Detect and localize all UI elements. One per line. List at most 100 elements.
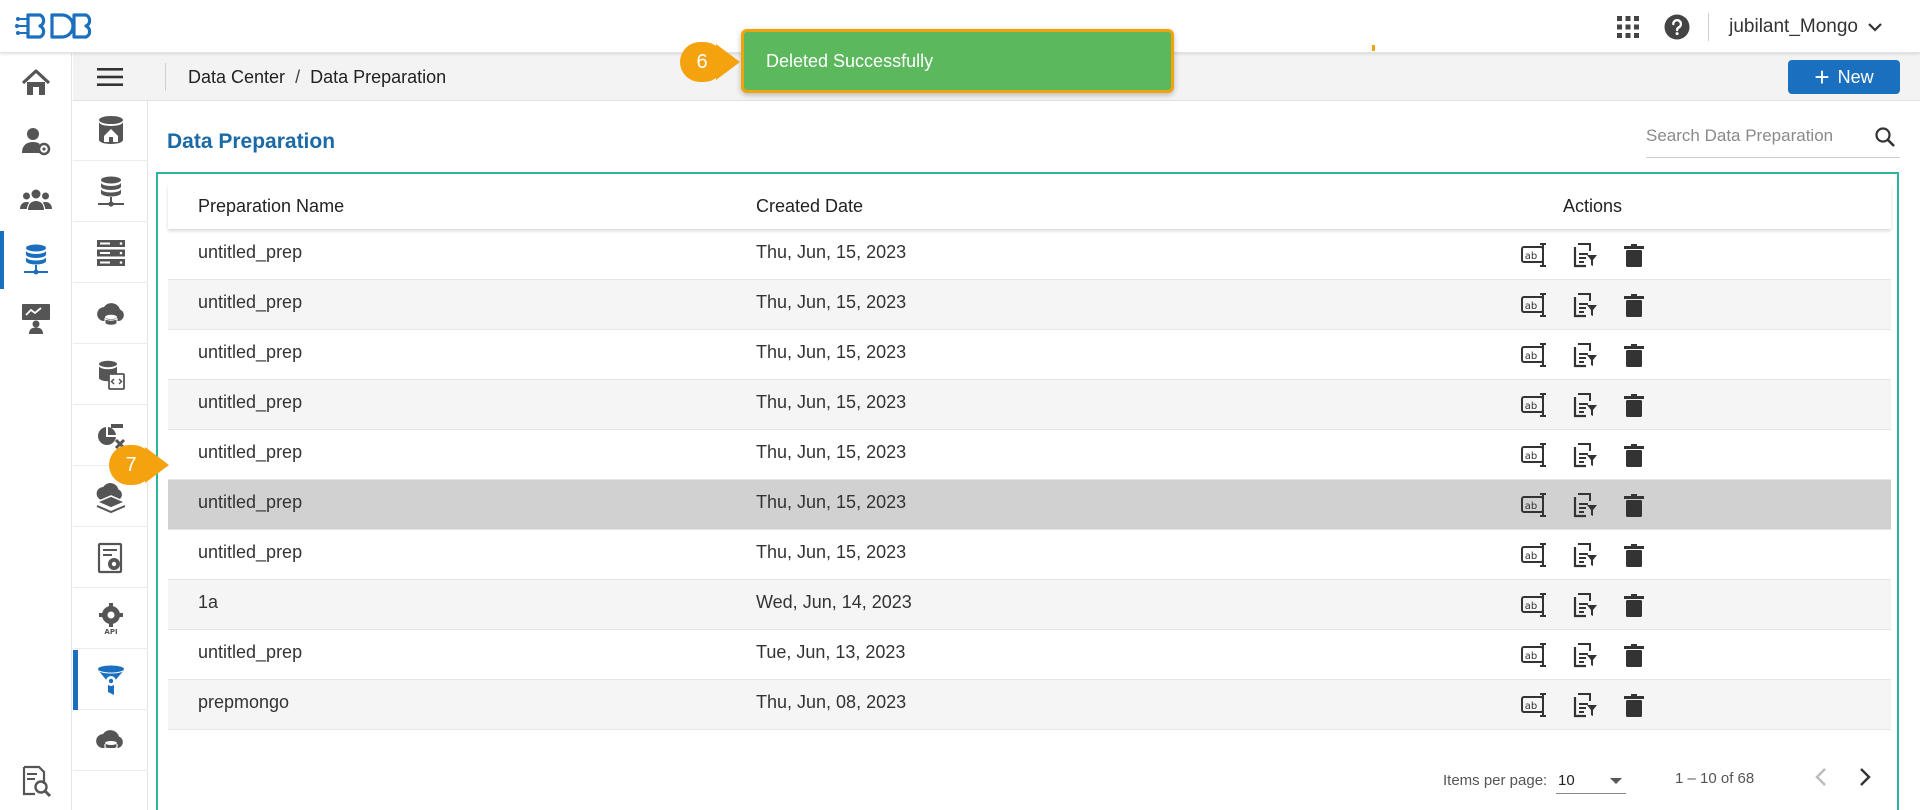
data-sets-icon	[96, 302, 124, 326]
rail-item-user-settings[interactable]	[0, 113, 72, 169]
search-icon[interactable]	[1874, 126, 1896, 148]
table-row[interactable]: untitled_prep Thu, Jun, 15, 2023 ab	[168, 530, 1891, 580]
rename-icon[interactable]: ab	[1520, 591, 1548, 619]
rail-item-data-center[interactable]	[0, 231, 72, 289]
table-row[interactable]: prepmongo Thu, Jun, 08, 2023 ab	[168, 680, 1891, 730]
delete-icon[interactable]	[1620, 241, 1648, 269]
delete-icon[interactable]	[1620, 691, 1648, 719]
edit-preparation-icon[interactable]	[1570, 541, 1598, 569]
sub-item-data-cloud[interactable]	[73, 711, 148, 771]
search-input[interactable]	[1646, 118, 1856, 154]
sub-item-data-preparation[interactable]	[73, 650, 148, 710]
created-date-cell: Thu, Jun, 15, 2023	[756, 292, 907, 312]
data-preparation-icon	[97, 665, 124, 695]
delete-icon[interactable]	[1620, 341, 1648, 369]
edit-preparation-icon[interactable]	[1570, 591, 1598, 619]
preparation-name-cell[interactable]: prepmongo	[198, 680, 289, 730]
table-row[interactable]: untitled_prep Thu, Jun, 15, 2023 ab	[168, 280, 1891, 330]
svg-text:ab: ab	[1525, 301, 1537, 312]
preparation-name-cell[interactable]: untitled_prep	[198, 230, 302, 280]
data-as-api-icon	[98, 360, 125, 390]
previous-page-icon[interactable]	[1806, 762, 1836, 792]
delete-icon[interactable]	[1620, 541, 1648, 569]
rename-icon[interactable]: ab	[1520, 391, 1548, 419]
sub-item-data-as-api[interactable]	[73, 345, 148, 405]
preparation-table-panel: Preparation Name Created Date Actions un…	[156, 172, 1899, 810]
row-actions: ab	[1520, 330, 1648, 380]
svg-text:ab: ab	[1525, 451, 1537, 462]
preparation-name-cell[interactable]: untitled_prep	[198, 430, 302, 480]
delete-icon[interactable]	[1620, 641, 1648, 669]
sub-item-api[interactable]: API	[73, 589, 148, 649]
hamburger-menu-icon[interactable]	[97, 66, 123, 88]
rail-item-users[interactable]	[0, 172, 72, 228]
chevron-down-icon[interactable]	[1866, 18, 1884, 36]
rail-item-home[interactable]	[0, 55, 72, 111]
edit-preparation-icon[interactable]	[1570, 391, 1598, 419]
delete-icon[interactable]	[1620, 591, 1648, 619]
items-per-page-value: 10	[1558, 772, 1575, 789]
preparation-name-cell[interactable]: untitled_prep	[198, 280, 302, 330]
sub-item-server-list[interactable]	[73, 223, 148, 283]
table-row[interactable]: untitled_prep Thu, Jun, 15, 2023 ab	[168, 330, 1891, 380]
table-row[interactable]: untitled_prep Thu, Jun, 15, 2023 ab	[168, 230, 1891, 280]
data-store-home-icon	[98, 115, 123, 144]
preparation-name-cell[interactable]: untitled_prep	[198, 330, 302, 380]
preparation-name-cell[interactable]: 1a	[198, 580, 218, 630]
search-box	[1646, 118, 1900, 158]
rail-item-presentation[interactable]	[0, 290, 72, 346]
edit-preparation-icon[interactable]	[1570, 491, 1598, 519]
sub-item-data-connector[interactable]	[73, 162, 148, 222]
next-page-icon[interactable]	[1850, 762, 1880, 792]
delete-icon[interactable]	[1620, 291, 1648, 319]
rename-icon[interactable]: ab	[1520, 291, 1548, 319]
table-row[interactable]: untitled_prep Thu, Jun, 15, 2023 ab	[168, 380, 1891, 430]
rename-icon[interactable]: ab	[1520, 241, 1548, 269]
delete-icon[interactable]	[1620, 491, 1648, 519]
sub-item-data-sets[interactable]	[73, 284, 148, 344]
new-button[interactable]: + New	[1788, 60, 1900, 94]
rail-item-document-search[interactable]	[0, 753, 72, 809]
table-row[interactable]: untitled_prep Tue, Jun, 13, 2023 ab	[168, 630, 1891, 680]
bdb-logo-icon[interactable]	[14, 10, 100, 42]
table-row[interactable]: 1a Wed, Jun, 14, 2023 ab	[168, 580, 1891, 630]
rename-icon[interactable]: ab	[1520, 441, 1548, 469]
breadcrumb-data-center[interactable]: Data Center	[188, 67, 285, 88]
delete-icon[interactable]	[1620, 391, 1648, 419]
delete-icon[interactable]	[1620, 441, 1648, 469]
table-row[interactable]: untitled_prep Thu, Jun, 15, 2023 ab	[168, 480, 1891, 530]
settings-report-icon	[97, 542, 122, 573]
svg-text:ab: ab	[1525, 251, 1537, 262]
top-divider	[1708, 12, 1710, 41]
preparation-name-cell[interactable]: untitled_prep	[198, 530, 302, 580]
preparation-name-cell[interactable]: untitled_prep	[198, 480, 302, 530]
table-row[interactable]: untitled_prep Thu, Jun, 15, 2023 ab	[168, 430, 1891, 480]
paginator: Items per page: 10 1 – 10 of 68	[168, 754, 1891, 804]
edit-preparation-icon[interactable]	[1570, 641, 1598, 669]
preparation-name-cell[interactable]: untitled_prep	[198, 630, 302, 680]
presentation-user-icon	[22, 304, 50, 334]
header-preparation-name: Preparation Name	[198, 196, 345, 216]
rename-icon[interactable]: ab	[1520, 491, 1548, 519]
sub-item-data-store[interactable]	[73, 101, 148, 161]
edit-preparation-icon[interactable]	[1570, 691, 1598, 719]
edit-preparation-icon[interactable]	[1570, 241, 1598, 269]
items-per-page-label: Items per page:	[1443, 772, 1548, 789]
preparation-name-cell[interactable]: untitled_prep	[198, 380, 302, 430]
user-name[interactable]: jubilant_Mongo	[1729, 16, 1858, 38]
breadcrumb: Data Center / Data Preparation	[166, 53, 446, 101]
home-icon	[21, 69, 51, 95]
rename-icon[interactable]: ab	[1520, 641, 1548, 669]
rename-icon[interactable]: ab	[1520, 341, 1548, 369]
created-date-cell: Thu, Jun, 15, 2023	[756, 542, 907, 562]
rename-icon[interactable]: ab	[1520, 541, 1548, 569]
help-icon[interactable]	[1664, 14, 1690, 40]
sub-item-settings-report[interactable]	[73, 528, 148, 588]
items-per-page-select[interactable]: 10	[1556, 762, 1626, 794]
rename-icon[interactable]: ab	[1520, 691, 1548, 719]
edit-preparation-icon[interactable]	[1570, 441, 1598, 469]
edit-preparation-icon[interactable]	[1570, 291, 1598, 319]
edit-preparation-icon[interactable]	[1570, 341, 1598, 369]
apps-grid-icon[interactable]	[1616, 15, 1640, 39]
row-actions: ab	[1520, 680, 1648, 730]
